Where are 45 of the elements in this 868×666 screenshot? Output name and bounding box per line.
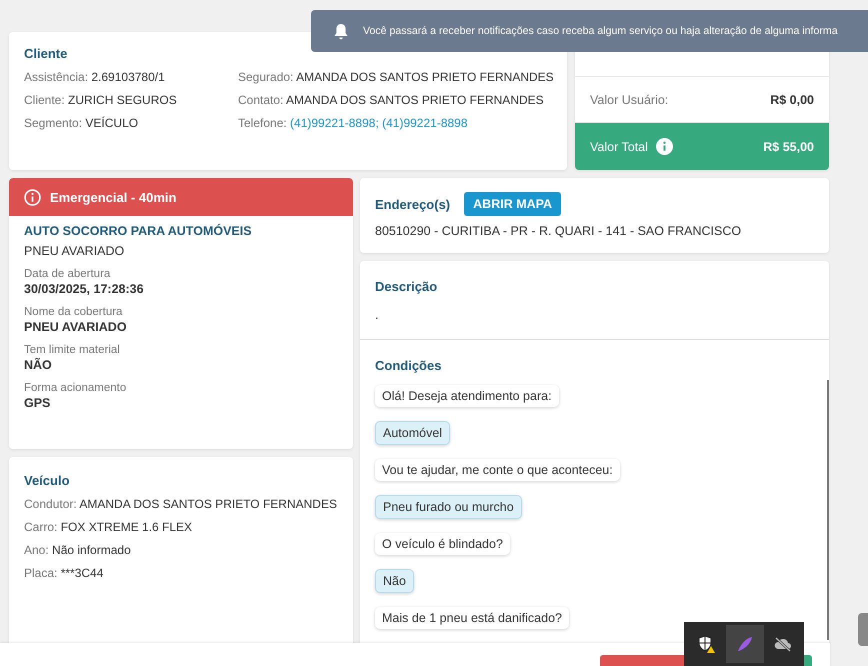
value-label: Valor Total xyxy=(590,140,648,154)
field-value: PNEU AVARIADO xyxy=(24,320,128,334)
card-title: Veículo xyxy=(24,473,71,488)
info-line: Cliente: ZURICH SEGUROS xyxy=(24,93,178,107)
field-value: 30/03/2025, 17:28:36 xyxy=(24,282,145,296)
info-line: Telefone: (41)99221-8898; (41)99221-8898 xyxy=(238,116,469,130)
info-line: Segurado: AMANDA DOS SANTOS PRIETO FERNANDES xyxy=(238,70,554,84)
question-bubble: Mais de 1 pneu está danificado? xyxy=(375,607,569,629)
answer-bubble: Automóvel xyxy=(375,421,450,445)
question-bubble: Vou te ajudar, me conte o que aconteceu: xyxy=(375,459,620,481)
bell-icon xyxy=(333,22,349,40)
section-title: Condições xyxy=(375,358,442,373)
info-line: Carro: FOX XTREME 1.6 FLEX xyxy=(24,520,194,534)
service-subtitle: PNEU AVARIADO xyxy=(24,244,126,258)
section-title: Descrição xyxy=(375,279,438,294)
answer-bubble: Não xyxy=(375,569,414,593)
info-line: Segmento: VEÍCULO xyxy=(24,116,140,130)
info-line: Ano: Não informado xyxy=(24,543,132,557)
answer-bubble: Pneu furado ou murcho xyxy=(375,495,522,519)
card-title: Cliente xyxy=(24,46,68,61)
field-value: NÃO xyxy=(24,358,53,372)
card-title: Endereço(s) xyxy=(375,196,450,212)
service-title: AUTO SOCORRO PARA AUTOMÓVEIS xyxy=(24,224,253,238)
field-label: Forma acionamento xyxy=(24,382,128,394)
question-bubble: O veículo é blindado? xyxy=(375,533,510,555)
field-label: Tem limite material xyxy=(24,344,121,356)
description-text: . xyxy=(375,308,380,322)
open-map-button[interactable]: ABRIR MAPA xyxy=(464,192,562,216)
info-icon xyxy=(656,138,673,155)
scrollbar-thumb[interactable] xyxy=(858,613,868,646)
info-line: Assistência: 2.69103780/1 xyxy=(24,70,166,84)
value-label: Valor Usuário: xyxy=(590,92,668,106)
info-line: Condutor: AMANDA DOS SANTOS PRIETO FERNANDES xyxy=(24,497,338,511)
banner-text: Emergencial - 40min xyxy=(50,190,176,204)
info-line: Placa: ***3C44 xyxy=(24,566,104,580)
field-value: GPS xyxy=(24,396,52,410)
field-label: Nome da cobertura xyxy=(24,306,124,318)
info-icon xyxy=(24,188,41,206)
value-amount: R$ 0,00 xyxy=(770,92,814,106)
info-line: Contato: AMANDA DOS SANTOS PRIETO FERNANDES xyxy=(238,93,545,107)
field-label: Data de abertura xyxy=(24,268,112,280)
question-bubble: Olá! Deseja atendimento para: xyxy=(375,385,559,407)
toast-text: Você passará a receber notificações caso receba algum serviço ou haja alteração de alguma informa xyxy=(363,25,838,37)
value-amount: R$ 55,00 xyxy=(763,140,814,154)
address-text: 80510290 - CURITIBA - PR - R. QUARI - 141 - SAO FRANCISCO xyxy=(375,224,742,238)
